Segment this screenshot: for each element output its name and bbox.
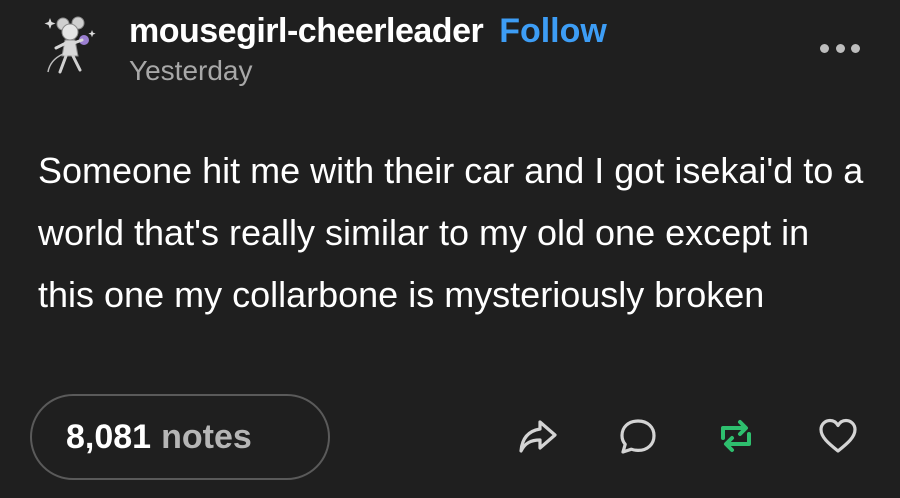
name-row: mousegirl-cheerleader Follow	[129, 12, 607, 51]
speech-bubble-icon	[620, 419, 656, 454]
follow-button[interactable]: Follow	[499, 12, 607, 51]
notes-count: 8,081	[66, 417, 152, 456]
reply-button[interactable]	[616, 414, 660, 458]
ellipsis-icon	[851, 43, 860, 53]
post-card: mousegirl-cheerleader Follow Yesterday S…	[0, 0, 900, 498]
heart-icon	[819, 418, 857, 453]
post-body-text: Someone hit me with their car and I got …	[38, 150, 864, 315]
like-button[interactable]	[816, 414, 860, 458]
ellipsis-icon	[820, 43, 829, 53]
share-button[interactable]	[516, 414, 560, 458]
mouse-girl-avatar-icon	[44, 16, 96, 74]
post-timestamp: Yesterday	[129, 55, 253, 86]
blog-name[interactable]: mousegirl-cheerleader	[129, 12, 484, 51]
more-options-button[interactable]	[820, 38, 860, 58]
reblog-icon	[721, 420, 751, 452]
notes-button[interactable]: 8,081 notes	[30, 394, 330, 480]
reblog-button[interactable]	[714, 414, 758, 458]
avatar[interactable]	[36, 10, 106, 80]
post-header: mousegirl-cheerleader Follow Yesterday	[129, 12, 607, 87]
share-arrow-icon	[519, 420, 557, 453]
notes-label: notes	[161, 417, 252, 456]
ellipsis-icon	[835, 43, 845, 53]
